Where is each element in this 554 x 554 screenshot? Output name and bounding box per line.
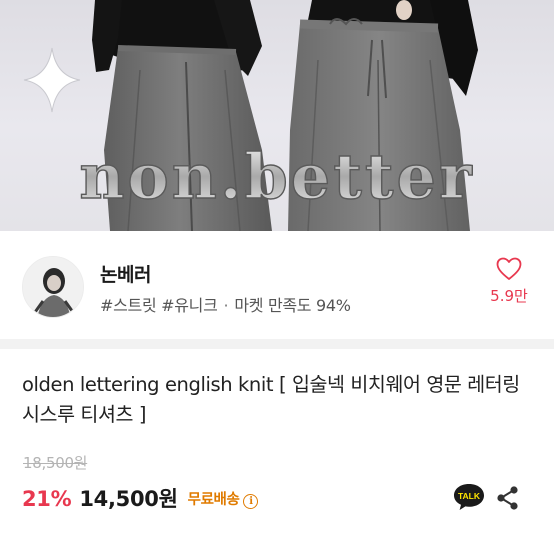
discount-rate: 21% (22, 487, 72, 511)
shop-avatar[interactable] (22, 256, 84, 318)
share-button[interactable] (494, 484, 522, 512)
section-divider (0, 339, 554, 349)
brand-watermark: non.better (79, 140, 474, 213)
shop-tags[interactable]: #스트릿 #유니크 (100, 296, 218, 315)
shop-tags-line: #스트릿 #유니크 · 마켓 만족도 94% (100, 292, 351, 316)
kakao-talk-button[interactable]: TALK (452, 482, 486, 512)
share-icon (497, 486, 518, 510)
separator-dot: · (223, 296, 229, 315)
hero-photo: non.better (23, 0, 478, 231)
heart-icon (496, 257, 522, 280)
market-satisfaction: 마켓 만족도 94% (234, 296, 351, 315)
original-price: 18,500원 (23, 454, 88, 472)
price-row: 21% 14,500원 무료배송 i (22, 483, 259, 515)
product-hero-image[interactable]: non.better (0, 0, 554, 231)
like-button[interactable]: 5.9만 (478, 257, 540, 317)
kakao-talk-icon: TALK (454, 484, 484, 510)
sale-price: 14,500원 (79, 487, 178, 511)
product-page: non.better 논베러 #스트릿 #유니크 · 마켓 만족도 94% 5.9만 (0, 0, 554, 554)
free-shipping-badge[interactable]: 무료배송 i (188, 488, 259, 509)
info-icon[interactable]: i (243, 494, 259, 509)
like-count: 5.9만 (490, 287, 528, 305)
talk-label: TALK (458, 491, 481, 501)
shop-name[interactable]: 논베러 (100, 260, 151, 287)
free-shipping-label: 무료배송 (187, 492, 240, 508)
product-title: olden lettering english knit [ 입술넥 비치웨어 … (22, 373, 520, 426)
sparkle-icon (23, 47, 81, 113)
shop-info-row[interactable]: 논베러 #스트릿 #유니크 · 마켓 만족도 94% 5.9만 (0, 231, 554, 339)
